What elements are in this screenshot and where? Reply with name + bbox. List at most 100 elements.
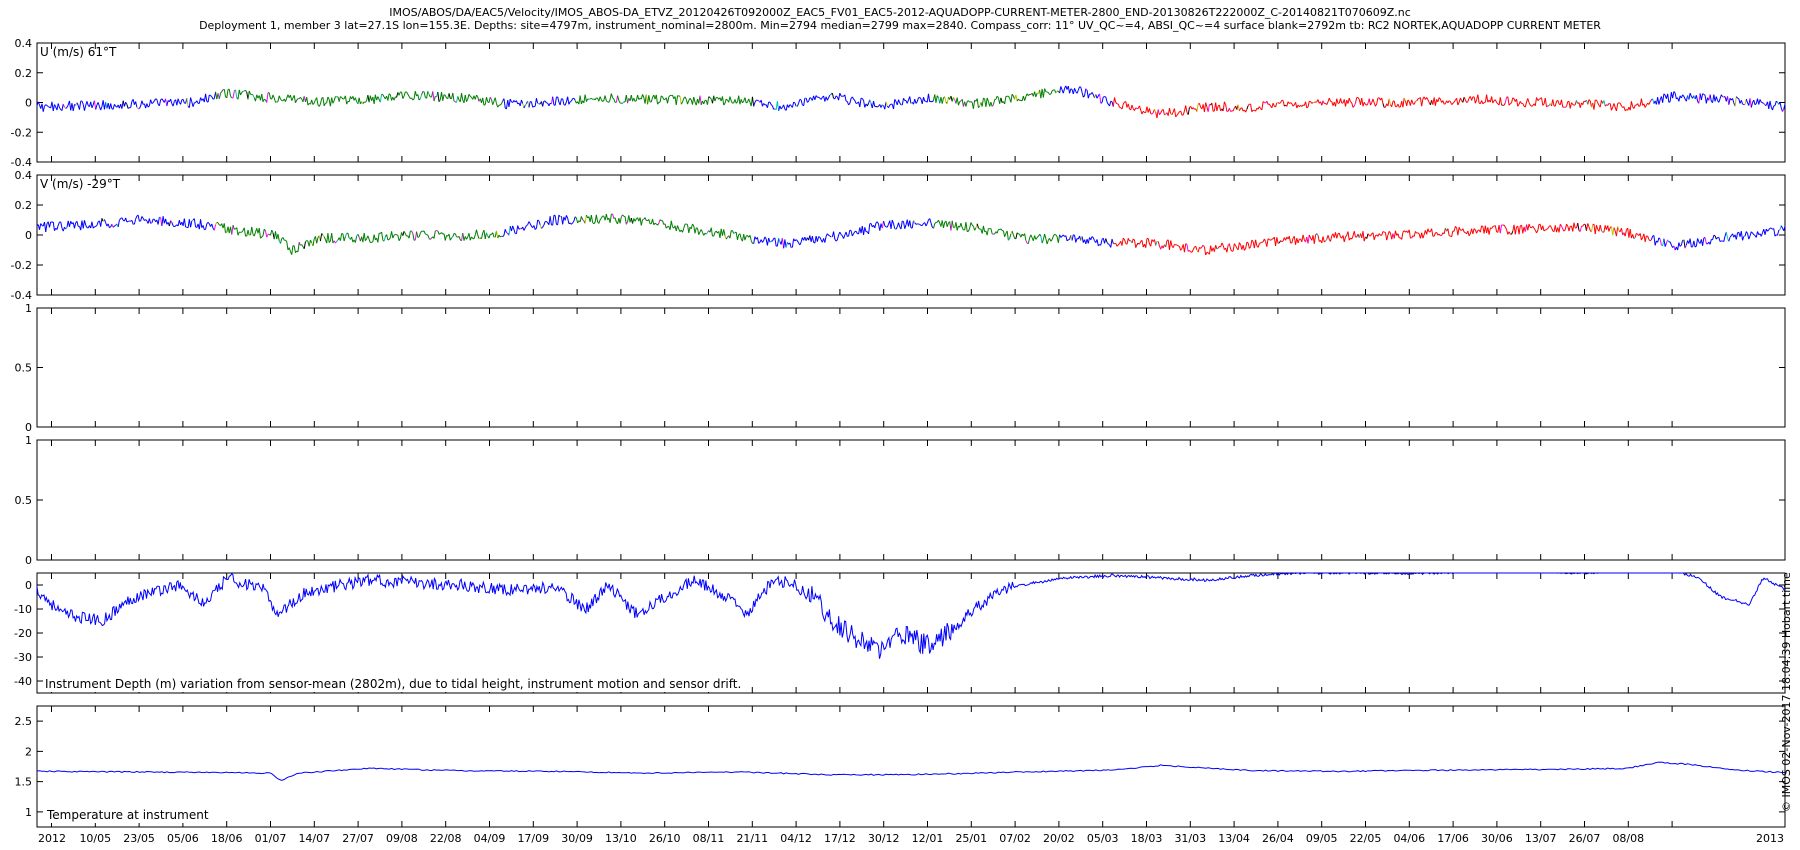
series-segment-U <box>1292 104 1295 107</box>
x-tick-label: 27/07 <box>342 832 374 845</box>
series-segment-V <box>682 228 685 233</box>
y-tick-label-empty1: 0.5 <box>15 362 33 375</box>
series-segment-V <box>609 214 612 223</box>
series-segment-U <box>1619 103 1622 106</box>
series-segment-U <box>1437 97 1440 102</box>
series-segment-U <box>530 101 534 108</box>
series-segment-U <box>296 98 299 101</box>
series-segment-U <box>1524 101 1528 108</box>
series-segment-U <box>956 97 959 106</box>
series-segment-V <box>1451 230 1454 237</box>
series-segment-V <box>1659 239 1662 246</box>
series-segment-V <box>902 220 904 223</box>
series-segment-V <box>157 216 160 225</box>
x-tick-label: 30/12 <box>868 832 900 845</box>
series-segment-V <box>354 236 358 243</box>
series-segment-U <box>1114 97 1117 103</box>
series-segment-V <box>508 226 511 236</box>
series-segment-V <box>56 225 59 230</box>
series-segment-V <box>191 219 194 222</box>
side-timestamp-label: © IMOS 02-Nov-2017 18:04:39 Hobart time <box>1780 572 1793 812</box>
series-segment-V <box>1116 244 1119 247</box>
series-segment-U <box>1162 109 1165 116</box>
series-segment-V <box>1205 252 1208 256</box>
series-segment-V <box>306 239 309 242</box>
series-segment-V <box>1183 243 1187 253</box>
series-segment-V <box>45 223 48 232</box>
series-segment-V <box>1551 227 1554 232</box>
series-segment-V <box>386 234 389 240</box>
series-segment-U <box>805 97 808 103</box>
series-segment-U <box>791 102 795 108</box>
y-tick-label-U: 0.4 <box>15 37 33 50</box>
series-segment-V <box>396 234 399 236</box>
x-tick-label: 07/02 <box>999 832 1031 845</box>
series-segment-U <box>1044 88 1047 92</box>
series-segment-U <box>848 103 851 106</box>
series-segment-V <box>323 236 326 240</box>
series-segment-V <box>1601 230 1604 233</box>
series-segment-V <box>1141 240 1144 248</box>
series-segment-U <box>57 103 60 108</box>
series-segment-V <box>261 235 264 238</box>
series-segment-U <box>820 97 823 100</box>
series-segment-U <box>147 105 150 108</box>
series-segment-V <box>624 216 627 225</box>
y-tick-label-V: -0.2 <box>11 259 32 272</box>
series-segment-U <box>957 101 961 106</box>
series-segment-V <box>1679 244 1682 247</box>
series-segment-U <box>442 94 445 101</box>
series-segment-U <box>1486 94 1489 103</box>
series-segment-V <box>357 234 360 238</box>
series-segment-U <box>1753 100 1756 105</box>
series-segment-U <box>1474 99 1478 104</box>
series-segment-V <box>1388 231 1391 234</box>
series-segment-V <box>327 233 330 243</box>
series-segment-U <box>1522 103 1525 107</box>
series-segment-U <box>1402 97 1405 108</box>
series-segment-V <box>625 221 629 225</box>
series-segment-U <box>1355 97 1358 104</box>
series-segment-U <box>1348 97 1351 102</box>
series-segment-V <box>1760 232 1763 237</box>
series-segment-V <box>640 219 644 226</box>
series-segment-U <box>1112 97 1116 107</box>
series-segment-V <box>598 219 601 224</box>
series-segment-U <box>428 94 431 98</box>
series-segment-U <box>642 94 645 98</box>
y-tick-label-depth: -10 <box>14 603 32 616</box>
series-segment-U <box>1351 102 1354 108</box>
series-segment-U <box>1511 97 1514 103</box>
series-segment-U <box>1182 110 1185 116</box>
series-segment-V <box>670 220 674 227</box>
y-tick-label-depth: -30 <box>14 651 32 664</box>
series-segment-U <box>1084 88 1087 96</box>
series-segment-U <box>1326 101 1329 105</box>
series-segment-V <box>193 218 197 228</box>
series-segment-U <box>1759 99 1762 103</box>
series-segment-V <box>336 239 339 242</box>
series-segment-U <box>161 98 164 101</box>
series-segment-U <box>885 101 888 107</box>
series-segment-V <box>1753 234 1756 236</box>
series-segment-V <box>946 222 949 227</box>
series-segment-V <box>1640 237 1644 241</box>
series-segment-V <box>1222 245 1225 250</box>
series-segment-U <box>544 100 547 104</box>
series-segment-U <box>1573 104 1576 106</box>
series-segment-U <box>1529 104 1532 107</box>
series-segment-V <box>1087 237 1091 244</box>
series-segment-U <box>414 91 418 97</box>
series-segment-U <box>466 98 469 102</box>
series-segment-V <box>515 225 519 234</box>
series-segment-V <box>133 218 137 225</box>
series-segment-V <box>883 220 886 226</box>
series-segment-U <box>1311 102 1314 104</box>
series-segment-V <box>241 230 244 233</box>
series-segment-V <box>1755 231 1759 238</box>
panel-label-U: U (m/s) 61°T <box>40 45 117 59</box>
series-segment-V <box>1006 230 1009 241</box>
series-segment-U <box>1010 94 1013 103</box>
series-segment-U <box>1007 95 1011 99</box>
series-segment-U <box>808 97 811 102</box>
